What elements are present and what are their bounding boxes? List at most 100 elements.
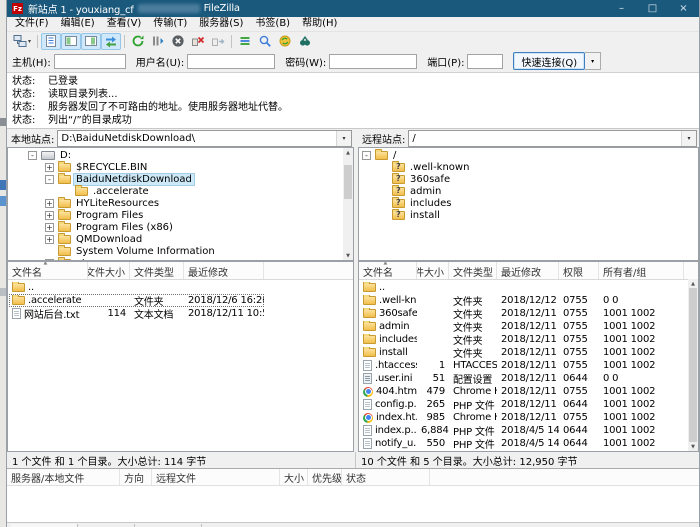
collapse-icon[interactable]: - (45, 175, 54, 184)
remote-list-scrollbar[interactable]: ▲ ▼ (688, 279, 698, 451)
cancel-icon[interactable] (168, 33, 188, 50)
column-header-filename[interactable]: 文件名▲ (8, 262, 88, 279)
username-input[interactable] (187, 54, 275, 69)
collapse-icon[interactable]: - (362, 151, 371, 160)
queue-column-header-status[interactable]: 状态 (342, 469, 430, 485)
queue-column-header-server-local-file[interactable]: 服务器/本地文件 (7, 469, 120, 485)
log-line-label: 状态: (7, 101, 48, 114)
close-button[interactable]: × (668, 0, 699, 17)
scroll-up-icon[interactable]: ▲ (688, 279, 698, 288)
column-header-type[interactable]: 文件类型 (130, 262, 184, 279)
file-row[interactable]: index.ht...985Chrome H...2018/12/11 1...… (359, 411, 688, 424)
site-manager-icon[interactable]: ▾ (10, 33, 34, 50)
menu-item-view[interactable]: 查看(V) (101, 17, 148, 31)
tree-item[interactable]: includes (359, 197, 698, 209)
chevron-down-icon[interactable]: ▾ (28, 38, 31, 45)
file-row[interactable]: install文件夹2018/12/11 1...07551001 1002 (359, 346, 688, 359)
password-input[interactable] (329, 54, 417, 69)
expand-icon[interactable]: + (45, 199, 54, 208)
host-input[interactable] (54, 54, 126, 69)
file-type-cell: PHP 文件 (449, 397, 497, 412)
tree-item[interactable]: -D: (8, 149, 353, 161)
tree-item[interactable]: + QMDownload (8, 233, 353, 245)
tree-item[interactable]: System Volume Information (8, 245, 353, 257)
column-header-modified[interactable]: 最近修改 (497, 262, 559, 279)
toggle-transfer-queue-icon[interactable] (101, 33, 121, 50)
quickconnect-button[interactable]: 快速连接(Q) (513, 52, 585, 70)
file-row[interactable]: 360safe文件夹2018/12/11 1...07551001 1002 (359, 307, 688, 320)
tree-item[interactable]: +$RECYCLE.BIN (8, 161, 353, 173)
tree-item[interactable]: .well-known (359, 161, 698, 173)
chevron-down-icon[interactable]: ▾ (336, 131, 351, 146)
menu-item-edit[interactable]: 编辑(E) (55, 17, 101, 31)
find-files-icon[interactable] (295, 33, 315, 50)
column-header-filename[interactable]: 文件名▲ (359, 262, 417, 279)
queue-column-header-priority[interactable]: 优先级 (308, 469, 342, 485)
minimize-button[interactable]: – (606, 0, 637, 17)
port-input[interactable] (467, 54, 503, 69)
scroll-down-icon[interactable]: ▼ (688, 442, 698, 451)
tree-item[interactable]: 360safe (359, 173, 698, 185)
column-header-owner[interactable]: 所有者/组 (599, 262, 684, 279)
column-header-size[interactable]: 文件大小 (88, 262, 130, 279)
scrollbar-thumb[interactable] (344, 165, 352, 199)
maximize-button[interactable]: □ (637, 0, 668, 17)
tree-item[interactable]: +Program Files (x86) (8, 221, 353, 233)
collapse-icon[interactable]: - (28, 151, 37, 160)
tree-item[interactable]: -/ (359, 149, 698, 161)
file-row[interactable]: config.p...265PHP 文件2018/12/11 1...06441… (359, 398, 688, 411)
file-row[interactable]: admin文件夹2018/12/11 1...07551001 1002 (359, 320, 688, 333)
reconnect-icon[interactable] (208, 33, 228, 50)
toggle-remote-tree-icon[interactable] (81, 33, 101, 50)
tree-item[interactable]: -BaiduNetdiskDownload (8, 173, 353, 185)
local-site-combo[interactable]: D:\BaiduNetdiskDownload\ ▾ (57, 130, 352, 147)
queue-column-header-remote-file[interactable]: 远程文件 (152, 469, 280, 485)
file-row[interactable]: 网站后台.txt114文本文档2018/12/11 10:5... (8, 307, 353, 320)
refresh-icon[interactable] (128, 33, 148, 50)
menu-item-bookmarks[interactable]: 书签(B) (249, 17, 296, 31)
file-row[interactable]: .htaccess1HTACCES...2018/12/11 1...07551… (359, 359, 688, 372)
file-row[interactable]: notify_u...550PHP 文件2018/4/5 14:...06441… (359, 437, 688, 450)
tree-item-label: QMDownload (74, 234, 144, 245)
scroll-up-icon[interactable]: ▲ (343, 148, 353, 157)
menu-item-file[interactable]: 文件(F) (9, 17, 55, 31)
tree-item[interactable]: install (359, 209, 698, 221)
process-queue-icon[interactable] (148, 33, 168, 50)
tree-item[interactable]: .accelerate (8, 185, 353, 197)
file-row[interactable]: 404.html479Chrome H...2018/12/11 1...075… (359, 385, 688, 398)
file-row[interactable]: .. (359, 281, 688, 294)
file-row[interactable]: .user.ini51配置设置2018/12/11 1...06440 0 (359, 372, 688, 385)
queue-column-header-size[interactable]: 大小 (280, 469, 308, 485)
filter-icon[interactable] (235, 33, 255, 50)
file-row[interactable]: includes文件夹2018/12/11 1...07551001 1002 (359, 333, 688, 346)
file-row[interactable]: index.p...6,884PHP 文件2018/4/5 14:...0644… (359, 424, 688, 437)
scroll-down-icon[interactable]: ▼ (343, 251, 353, 260)
column-header-size[interactable]: 文件大小 (417, 262, 449, 279)
toggle-message-log-icon[interactable] (41, 33, 61, 50)
expand-icon[interactable]: + (45, 211, 54, 220)
file-row[interactable]: 775PHP 文件2018/4/5 14...06441001 1002 (359, 450, 688, 451)
toggle-local-tree-icon[interactable] (61, 33, 81, 50)
expand-icon[interactable]: + (45, 235, 54, 244)
chevron-down-icon[interactable]: ▾ (681, 131, 696, 146)
queue-column-header-direction[interactable]: 方向 (120, 469, 152, 485)
remote-site-combo[interactable]: / ▾ (408, 130, 697, 147)
menu-item-transfer[interactable]: 传输(T) (147, 17, 193, 31)
disconnect-icon[interactable] (188, 33, 208, 50)
tree-item[interactable]: admin (359, 185, 698, 197)
compare-directories-icon[interactable] (255, 33, 275, 50)
expand-icon[interactable]: + (45, 163, 54, 172)
column-header-type[interactable]: 文件类型 (449, 262, 497, 279)
synchronized-browsing-icon[interactable] (275, 33, 295, 50)
menu-item-help[interactable]: 帮助(H) (296, 17, 343, 31)
file-row[interactable]: .well-kn...文件夹2018/12/12 1...07550 0 (359, 294, 688, 307)
menu-item-server[interactable]: 服务器(S) (193, 17, 249, 31)
column-header-modified[interactable]: 最近修改 (184, 262, 264, 279)
tree-item[interactable]: +Program Files (8, 209, 353, 221)
quickconnect-dropdown-button[interactable]: ▾ (585, 52, 601, 70)
tree-item[interactable]: +HYLiteResources (8, 197, 353, 209)
expand-icon[interactable]: + (45, 223, 54, 232)
local-tree-scrollbar[interactable]: ▲ ▼ (343, 148, 353, 260)
column-header-perms[interactable]: 权限 (559, 262, 599, 279)
scrollbar-thumb[interactable] (689, 288, 697, 442)
